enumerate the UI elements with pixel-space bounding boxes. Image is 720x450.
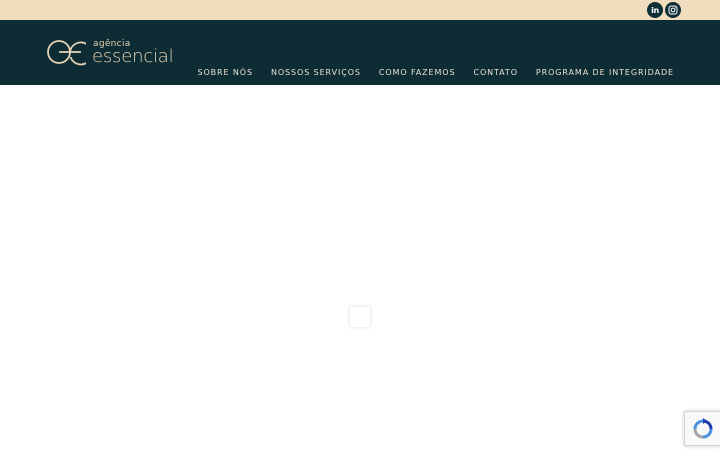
nav-sobre-nos[interactable]: SOBRE NÓS — [197, 68, 252, 77]
site-header: agência essencial SOBRE NÓS NOSSOS SERVI… — [0, 20, 720, 85]
logo-mark-icon — [47, 40, 86, 66]
loading-indicator — [350, 307, 370, 327]
recaptcha-icon — [693, 417, 713, 438]
instagram-icon[interactable] — [665, 2, 681, 18]
linkedin-label: in — [651, 5, 659, 15]
nav-programa-de-integridade[interactable]: PROGRAMA DE INTEGRIDADE — [536, 68, 674, 77]
recaptcha-badge[interactable] — [684, 411, 720, 446]
linkedin-icon[interactable]: in — [647, 2, 663, 18]
brand-logo[interactable]: agência essencial — [46, 37, 176, 67]
instagram-glyph — [668, 5, 678, 15]
brand-name: essencial — [92, 46, 174, 67]
nav-como-fazemos[interactable]: COMO FAZEMOS — [379, 68, 456, 77]
nav-nossos-servicos[interactable]: NOSSOS SERVIÇOS — [271, 68, 361, 77]
top-bar: in — [0, 0, 720, 20]
main-nav: SOBRE NÓS NOSSOS SERVIÇOS COMO FAZEMOS C… — [197, 68, 674, 77]
nav-contato[interactable]: CONTATO — [473, 68, 517, 77]
